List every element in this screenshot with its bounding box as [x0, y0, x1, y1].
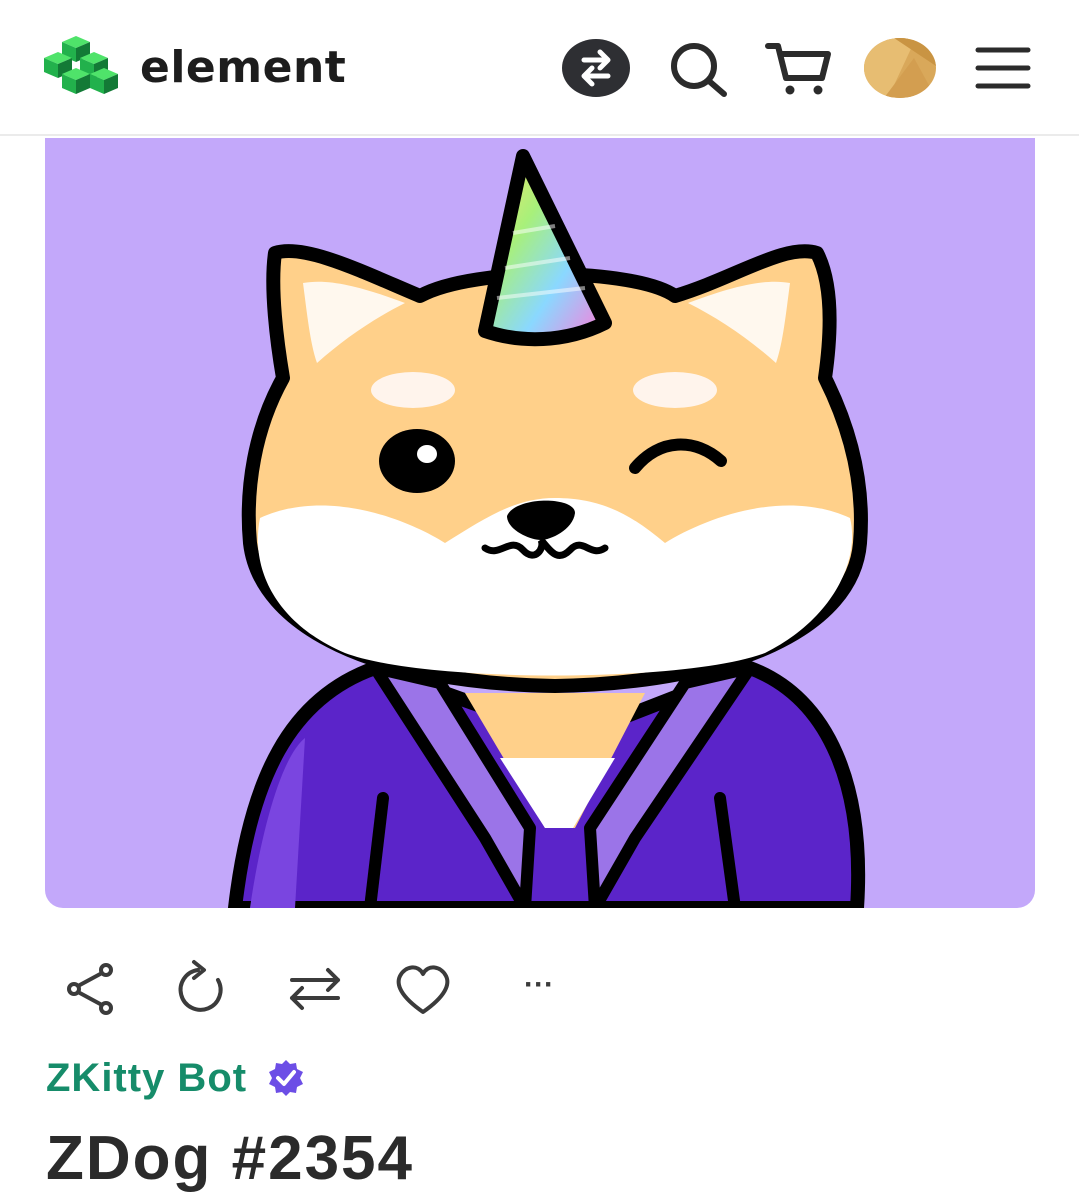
- nft-action-row: ···: [0, 956, 1079, 1026]
- avatar[interactable]: [864, 38, 936, 98]
- token-title: ZDog #2354: [46, 1124, 415, 1193]
- refresh-icon[interactable]: [168, 956, 238, 1022]
- search-icon[interactable]: [664, 36, 734, 100]
- collection-row: ZKitty Bot: [46, 1050, 306, 1106]
- swap-icon[interactable]: [560, 36, 630, 100]
- more-icon[interactable]: ···: [506, 956, 572, 1022]
- share-icon[interactable]: [58, 956, 128, 1022]
- transfer-icon[interactable]: [282, 956, 352, 1022]
- top-nav-bar: element: [0, 0, 1079, 136]
- menu-icon[interactable]: [970, 36, 1040, 100]
- heart-icon[interactable]: [390, 956, 460, 1022]
- brand-name[interactable]: element: [140, 38, 346, 98]
- verified-badge-icon: [266, 1058, 306, 1098]
- nft-image[interactable]: [45, 138, 1035, 908]
- page: element ··· ZKitty Bot ZDog #2354: [0, 0, 1079, 1200]
- cube-logo-icon[interactable]: [42, 34, 122, 104]
- collection-name[interactable]: ZKitty Bot: [46, 1050, 247, 1106]
- cart-icon[interactable]: [764, 36, 834, 100]
